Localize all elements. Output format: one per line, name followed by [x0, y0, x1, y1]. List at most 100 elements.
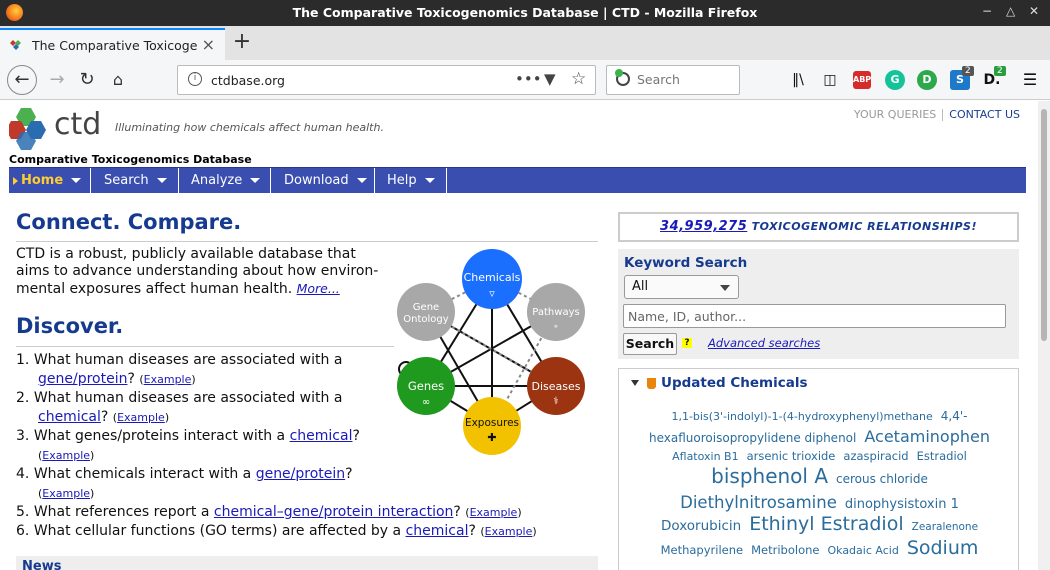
chemical-tag-link[interactable]: Sodium	[907, 539, 979, 558]
chemical-tag-link[interactable]: Okadaic Acid	[827, 541, 898, 560]
example-link[interactable]: Example	[470, 506, 518, 519]
question-item: 5. What references report a chemical–gen…	[16, 504, 522, 520]
node-genes[interactable]: Genes ∞	[397, 357, 455, 415]
adblock-plus-icon[interactable]: ABP	[853, 71, 871, 89]
chevron-down-icon	[250, 178, 261, 183]
interaction-link[interactable]: chemical–gene/protein interaction	[214, 504, 454, 520]
forward-icon[interactable]: →	[43, 66, 71, 94]
site-name: Comparative Toxicogenomics Database	[9, 153, 252, 166]
keyword-input[interactable]: Name, ID, author...	[623, 304, 1006, 328]
node-gene-ontology[interactable]: Gene Ontology	[397, 283, 455, 341]
updated-chemicals-header[interactable]: Updated Chemicals	[631, 375, 808, 391]
relationship-label: TOXICOGENOMIC RELATIONSHIPS!	[751, 220, 977, 233]
chemical-link[interactable]: chemical	[406, 523, 469, 539]
your-queries-link[interactable]: YOUR QUERIES	[848, 108, 942, 121]
example-link[interactable]: Example	[42, 449, 90, 462]
flask-icon: ▿	[489, 287, 495, 300]
example-link[interactable]: Example	[42, 487, 90, 500]
discover-divider	[16, 346, 394, 347]
menu-home[interactable]: Home	[9, 168, 91, 194]
node-exposures[interactable]: Exposures ✚	[463, 397, 521, 455]
minimize-icon[interactable]: −	[982, 4, 992, 18]
chemical-tag-link[interactable]: Estradiol	[917, 447, 967, 466]
ctd-logo-text[interactable]: ctd	[54, 107, 101, 142]
menu-search[interactable]: Search	[91, 168, 179, 194]
sidebar-icon[interactable]: ◫	[820, 70, 840, 90]
extension-d-icon[interactable]: D	[917, 70, 937, 90]
node-exposures-label: Exposures	[465, 417, 519, 429]
node-pathways[interactable]: Pathways ∘	[527, 283, 585, 341]
chemical-tag-link[interactable]: 1,1-bis(3'-indolyl)-1-(4-hydroxyphenyl)m…	[671, 407, 932, 426]
ctd-network-diagram[interactable]: Chemicals ▿ Gene Ontology Pathways ∘ Gen…	[390, 244, 600, 459]
chemical-tag-link[interactable]: Metribolone	[751, 541, 819, 560]
gene-protein-link[interactable]: gene/protein	[256, 466, 345, 482]
chemical-tag-link[interactable]: Methapyrilene	[661, 541, 744, 560]
page-actions-icon[interactable]: •••	[515, 70, 542, 88]
example-link[interactable]: Example	[144, 373, 192, 386]
close-tab-icon[interactable]: ×	[202, 35, 215, 54]
more-link[interactable]: More...	[297, 281, 340, 296]
menu-help[interactable]: Help	[375, 168, 447, 194]
tag-cloud-row: 1,1-bis(3'-indolyl)-1-(4-hydroxyphenyl)m…	[619, 407, 1020, 426]
menu-home-label: Home	[21, 173, 64, 188]
node-go-label-line1: Gene	[413, 302, 439, 313]
advanced-searches-link[interactable]: Advanced searches	[708, 336, 820, 350]
chemical-link[interactable]: chemical	[38, 409, 101, 425]
chemical-link[interactable]: chemical	[290, 428, 353, 444]
question-number: 5.	[16, 504, 30, 520]
site-info-icon[interactable]: i	[188, 72, 202, 86]
chemical-tag-link[interactable]: Zearalenone	[912, 518, 978, 537]
tag-cloud-row: Doxorubicin Ethinyl Estradiol Zearalenone	[619, 515, 1020, 537]
menu-analyze[interactable]: Analyze	[179, 168, 271, 194]
contact-us-link[interactable]: CONTACT US	[943, 108, 1026, 121]
back-icon[interactable]: ←	[7, 65, 37, 95]
question-number: 1.	[16, 352, 30, 368]
node-go-label-line2: Ontology	[403, 314, 448, 325]
collapse-triangle-icon[interactable]	[631, 380, 639, 386]
chemical-tag-link[interactable]: Ethinyl Estradiol	[749, 515, 903, 534]
menu-download-label: Download	[284, 173, 349, 188]
search-bar[interactable]	[606, 65, 740, 95]
node-diseases[interactable]: Diseases ⚕	[527, 357, 585, 415]
bookmark-star-icon[interactable]: ☆	[571, 69, 586, 89]
search-type-select[interactable]: All	[624, 275, 739, 299]
node-chemicals[interactable]: Chemicals ▿	[462, 249, 522, 309]
chemical-tag-link[interactable]: Diethylnitrosamine	[680, 493, 837, 512]
scrollbar-thumb[interactable]	[1041, 109, 1047, 341]
home-icon[interactable]: ⌂	[104, 66, 132, 94]
example-link[interactable]: Example	[485, 525, 533, 538]
help-icon[interactable]: ?	[682, 338, 692, 348]
ctd-logo-icon[interactable]	[9, 106, 55, 150]
pathway-icon: ∘	[553, 322, 559, 332]
search-input[interactable]	[637, 72, 733, 87]
page-scrollbar[interactable]	[1038, 101, 1050, 570]
reload-icon[interactable]: ↻	[73, 66, 101, 94]
question-text: What genes/proteins interact with a	[33, 428, 290, 444]
chemical-tag-link[interactable]: bisphenol A	[711, 466, 828, 486]
url-bar[interactable]: i ctdbase.org ••• ▼ ☆	[177, 65, 596, 95]
chemical-tag-link[interactable]: cerous chloride	[836, 470, 928, 489]
chemical-tag-link[interactable]: Acetaminophen	[864, 427, 990, 446]
hamburger-menu-icon[interactable]: ☰	[1020, 70, 1040, 90]
keyword-search-button[interactable]: Search	[623, 333, 677, 355]
new-tab-icon[interactable]: +	[232, 29, 252, 54]
pocket-icon[interactable]: ▼	[544, 70, 556, 88]
menu-download[interactable]: Download	[271, 168, 375, 194]
grammarly-icon[interactable]: G	[885, 70, 905, 90]
relationship-count-link[interactable]: 34,959,275	[660, 219, 747, 234]
chemical-tag-link[interactable]: Doxorubicin	[661, 517, 741, 536]
library-icon[interactable]: ‖\	[788, 70, 808, 90]
chemical-tag-link[interactable]: dinophysistoxin 1	[845, 495, 959, 514]
chemical-tag-link[interactable]: azaspiracid	[843, 447, 908, 466]
close-window-icon[interactable]: ✕	[1029, 4, 1039, 18]
example-link[interactable]: Example	[117, 411, 165, 424]
gene-protein-link[interactable]: gene/protein	[38, 371, 127, 387]
chemical-tag-link[interactable]: hexafluoroisopropylidene diphenol	[649, 429, 856, 448]
maximize-icon[interactable]: △	[1006, 4, 1015, 18]
search-type-value: All	[632, 279, 649, 294]
menu-analyze-label: Analyze	[191, 173, 243, 188]
question-text: What references report a	[33, 504, 214, 520]
tab-ctd[interactable]: The Comparative Toxicogenomics Database …	[0, 28, 225, 60]
chemical-tag-link[interactable]: 4,4'-	[941, 407, 968, 426]
question-text: What cellular functions (GO terms) are a…	[33, 523, 406, 539]
